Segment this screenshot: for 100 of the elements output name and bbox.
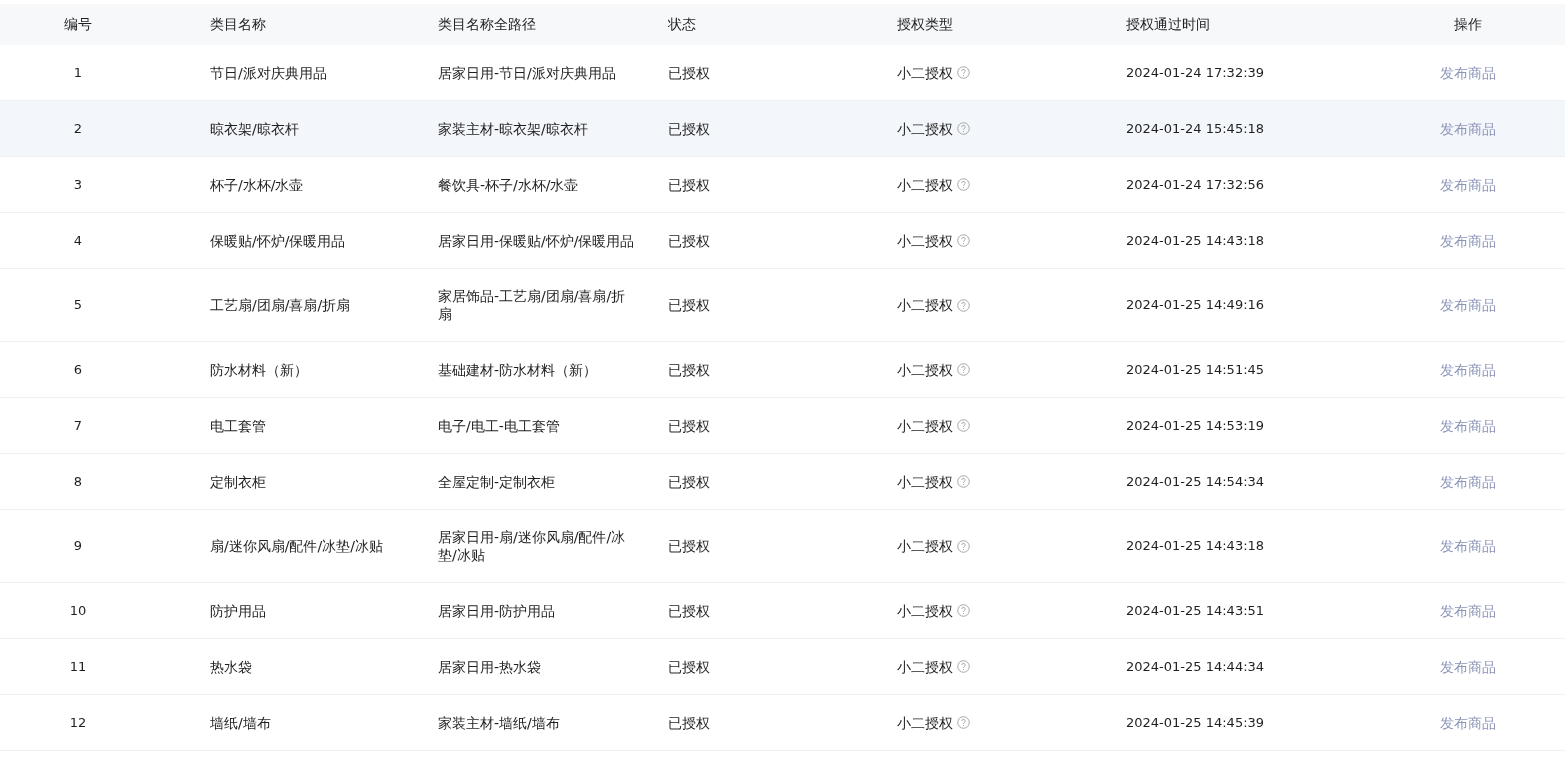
table-cell-text: 2024-01-24 17:32:56 <box>1125 175 1266 194</box>
table-cell-text: 2024-01-25 14:54:34 <box>1125 472 1266 491</box>
table-cell-text: 已授权 <box>667 231 711 250</box>
table-cell: 12 <box>69 713 87 732</box>
table-cell-text: 已授权 <box>667 360 711 379</box>
table-cell-text: 墙纸/墙布 <box>209 713 272 732</box>
table-cell: 6 <box>73 360 83 379</box>
table-cell-text: 晾衣架/晾衣杆 <box>209 119 300 138</box>
table-cell: 小二授权 <box>897 601 953 620</box>
publish-link[interactable]: 发布商品 <box>1439 63 1496 82</box>
help-icon <box>957 234 970 247</box>
table-cell: 小二授权 <box>897 296 953 314</box>
help-icon <box>957 475 970 488</box>
table-cell: 1 <box>73 63 83 82</box>
table-cell: 小二授权 <box>897 472 953 491</box>
table-cell-text: 2024-01-24 17:32:39 <box>1125 63 1266 82</box>
table-cell-text: 电子/电工-电工套管 <box>438 416 561 435</box>
publish-link[interactable]: 发布商品 <box>1439 472 1496 491</box>
table-cell-text: 2024-01-24 15:45:18 <box>1125 119 1266 138</box>
help-icon <box>957 178 970 191</box>
table-cell: 5 <box>73 296 83 314</box>
table-cell-text: 居家日用-热水袋 <box>438 657 543 676</box>
table-cell-text: 杯子/水杯/水壶 <box>209 175 305 194</box>
table-cell: 小二授权 <box>897 537 953 555</box>
table-cell-text: 已授权 <box>667 537 711 555</box>
column-header: 类目名称全路径 <box>437 15 537 34</box>
publish-link[interactable]: 发布商品 <box>1439 175 1496 194</box>
table-cell-text: 2024-01-25 14:53:19 <box>1125 416 1266 435</box>
table-cell: 3 <box>73 175 83 194</box>
table-cell: 11 <box>69 657 87 676</box>
table-cell-text: 保暖贴/怀炉/保暖用品 <box>209 231 347 250</box>
help-icon <box>957 716 970 729</box>
table-cell-text: 餐饮具-杯子/水杯/水壶 <box>438 175 580 194</box>
publish-link[interactable]: 发布商品 <box>1439 119 1496 138</box>
publish-link[interactable]: 发布商品 <box>1439 537 1496 555</box>
column-header: 状态 <box>667 15 697 34</box>
table-cell-text: 居家日用-防护用品 <box>438 601 557 620</box>
table-cell-text: 2024-01-25 14:43:18 <box>1125 231 1266 250</box>
table-cell-text: 2024-01-25 14:49:16 <box>1125 296 1266 314</box>
table-cell-text: 防护用品 <box>209 601 267 620</box>
publish-link[interactable]: 发布商品 <box>1439 416 1496 435</box>
table-cell-text: 已授权 <box>667 63 711 82</box>
table-cell-text: 居家日用-节日/派对庆典用品 <box>438 63 617 82</box>
table-cell: 10 <box>69 601 87 620</box>
table-cell-text: 定制衣柜 <box>209 472 267 491</box>
table-cell-text: 已授权 <box>667 296 711 314</box>
table-cell-text: 全屋定制-定制衣柜 <box>438 472 557 491</box>
table-cell-text: 2024-01-25 14:45:39 <box>1125 713 1266 732</box>
table-cell: 8 <box>73 472 83 491</box>
help-icon <box>957 660 970 673</box>
help-icon <box>957 298 970 312</box>
table-cell-text: 家装主材-晾衣架/晾衣杆 <box>438 119 589 138</box>
column-header: 授权通过时间 <box>1125 15 1211 34</box>
table-cell-text: 扇/迷你风扇/配件/冰垫/冰贴 <box>209 537 384 555</box>
table-cell-text: 热水袋 <box>209 657 253 676</box>
table-cell: 小二授权 <box>897 231 953 250</box>
table-cell: 7 <box>73 416 83 435</box>
table-cell-text: 已授权 <box>667 416 711 435</box>
table-cell-text: 居家日用-保暖贴/怀炉/保暖用品 <box>438 231 636 250</box>
table-cell: 小二授权 <box>897 416 953 435</box>
table-cell-text: 已授权 <box>667 472 711 491</box>
column-header: 授权类型 <box>896 15 954 34</box>
help-icon <box>957 419 970 432</box>
table-cell: 小二授权 <box>897 360 953 379</box>
publish-link[interactable]: 发布商品 <box>1439 713 1496 732</box>
table-cell-text: 已授权 <box>667 175 711 194</box>
publish-link[interactable]: 发布商品 <box>1439 231 1496 250</box>
table-cell-text: 电工套管 <box>209 416 267 435</box>
help-icon <box>957 122 970 135</box>
table-cell: 小二授权 <box>897 63 953 82</box>
table-cell-text: 已授权 <box>667 601 711 620</box>
table-cell-text: 家居饰品-工艺扇/团扇/喜扇/折扇 <box>438 287 627 323</box>
column-header: 编号 <box>64 15 92 34</box>
publish-link[interactable]: 发布商品 <box>1439 296 1496 314</box>
table-cell-text: 已授权 <box>667 657 711 676</box>
table-cell: 小二授权 <box>897 713 953 732</box>
column-header: 类目名称 <box>209 15 267 34</box>
table-cell: 9 <box>73 537 83 555</box>
table-cell-text: 已授权 <box>667 713 711 732</box>
table-cell-text: 居家日用-扇/迷你风扇/配件/冰垫/冰贴 <box>438 528 627 564</box>
help-icon <box>957 539 970 553</box>
table-cell-text: 2024-01-25 14:44:34 <box>1125 657 1266 676</box>
table-cell-text: 防水材料（新） <box>209 360 309 379</box>
table-cell: 2 <box>73 119 83 138</box>
help-icon <box>957 604 970 617</box>
table-cell-text: 基础建材-防水材料（新） <box>438 360 599 379</box>
table-cell: 小二授权 <box>897 175 953 194</box>
help-icon <box>957 363 970 376</box>
table-cell-text: 2024-01-25 14:43:51 <box>1125 601 1266 620</box>
table-cell-text: 节日/派对庆典用品 <box>209 63 328 82</box>
table-cell: 小二授权 <box>897 119 953 138</box>
publish-link[interactable]: 发布商品 <box>1439 360 1496 379</box>
publish-link[interactable]: 发布商品 <box>1439 657 1496 676</box>
table-cell: 4 <box>73 231 83 250</box>
column-header: 操作 <box>1453 15 1482 34</box>
table-cell-text: 工艺扇/团扇/喜扇/折扇 <box>209 296 352 314</box>
publish-link[interactable]: 发布商品 <box>1439 601 1496 620</box>
table-cell-text: 2024-01-25 14:43:18 <box>1125 537 1266 555</box>
table-cell: 小二授权 <box>897 657 953 676</box>
help-icon <box>957 66 970 79</box>
